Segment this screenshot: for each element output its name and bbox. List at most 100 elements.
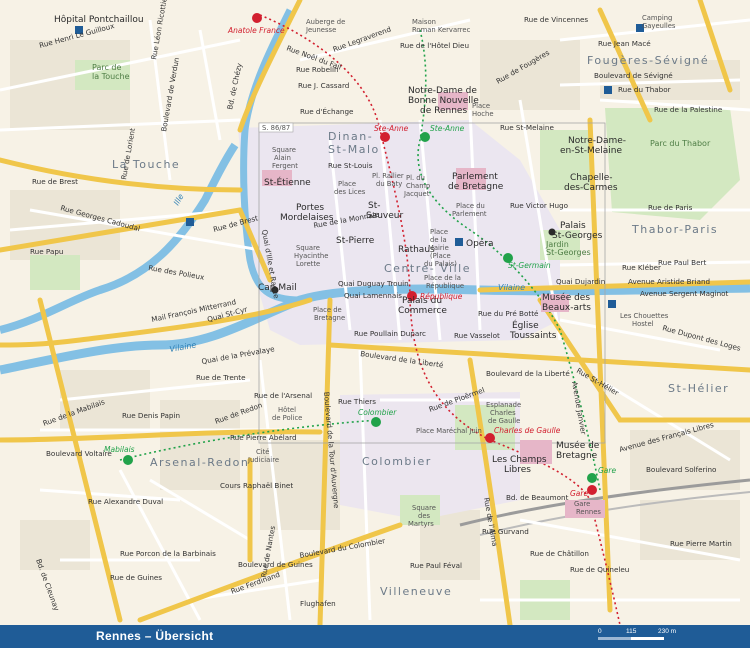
metro-b-icon bbox=[123, 455, 133, 465]
label-square-alain-1: Square bbox=[272, 146, 296, 154]
label-square-martyrs-3: Martyrs bbox=[408, 520, 434, 528]
street-porcon: Rue Porcon de la Barbinais bbox=[120, 549, 216, 558]
label-place-parlement-1: Place du bbox=[456, 202, 485, 210]
district-arsenal: Arsenal-Redon bbox=[150, 456, 249, 469]
label-rennes-station: Rennes bbox=[576, 508, 601, 516]
street-lamennais: Quai Lamennais bbox=[344, 291, 402, 300]
label-parlement-1: Parlement bbox=[452, 172, 498, 182]
label-pl-champ-3: Jacquet bbox=[403, 190, 430, 198]
label-gare-station: Gare bbox=[574, 500, 590, 508]
district-dinan: Dinan- bbox=[328, 130, 373, 143]
street-guines: Rue de Guines bbox=[110, 573, 162, 582]
label-esplanade-3: de Gaulle bbox=[488, 417, 520, 425]
river-vilaine-centre-label: Vilaine bbox=[498, 283, 525, 292]
label-champs-libres-1: Les Champs bbox=[492, 455, 547, 465]
district-st-helier: St-Hélier bbox=[668, 382, 729, 395]
label-place-mairie-4: (Place bbox=[430, 252, 451, 260]
label-musee-ba-2: Beaux-arts bbox=[542, 303, 591, 313]
label-nd-melaine-2: en-St-Melaine bbox=[560, 146, 623, 156]
street-maginot: Avenue Sergent Maginot bbox=[640, 289, 729, 298]
label-esplanade-2: Charles bbox=[490, 409, 516, 417]
street-st-louis: Rue St-Louis bbox=[328, 161, 373, 170]
street-arsenal: Rue de l'Arsenal bbox=[254, 391, 312, 400]
metro-b-icon bbox=[587, 473, 597, 483]
street-denis-papin: Rue Denis Papin bbox=[122, 411, 180, 420]
label-parc-thabor: Parc du Thabor bbox=[650, 139, 711, 148]
street-palestine: Rue de la Palestine bbox=[654, 105, 723, 114]
label-square-martyrs-1: Square bbox=[412, 504, 436, 512]
street-poullain: Rue Poullain Duparc bbox=[354, 329, 426, 338]
scale-label-0: 0 bbox=[598, 628, 602, 635]
metro-label-ste-anne-b: Ste-Anne bbox=[430, 124, 465, 133]
metro-label-ste-anne-a: Ste-Anne bbox=[374, 124, 409, 133]
label-chouettes-1: Les Chouettes bbox=[620, 312, 669, 320]
street-paul-bert: Rue Paul Bert bbox=[658, 258, 706, 267]
map-title: Rennes – Übersicht bbox=[96, 629, 214, 643]
district-villeneuve: Villeneuve bbox=[380, 585, 452, 598]
street-aristide: Avenue Aristide Briand bbox=[628, 277, 710, 286]
street-vasselot: Rue Vasselot bbox=[454, 331, 500, 340]
theatre-icon bbox=[455, 238, 463, 246]
street-vincennes: Rue de Vincennes bbox=[524, 15, 588, 24]
street-pre-botte: Rue du Pré Botté bbox=[478, 309, 539, 318]
street-echange: Rue d'Échange bbox=[300, 107, 354, 116]
street-robelin: Rue Robelin bbox=[296, 65, 339, 74]
label-pl-champ-1: Pl. du bbox=[406, 174, 425, 182]
label-place-parlement-2: Parlement bbox=[452, 210, 487, 218]
metro-a-icon bbox=[380, 132, 390, 142]
metro-label-st-germain: St-Germain bbox=[508, 261, 551, 270]
label-auberge-1: Auberge de bbox=[306, 18, 345, 26]
street-solferino: Boulevard Solferino bbox=[646, 465, 716, 474]
district-st-malo: St-Malo bbox=[328, 143, 380, 156]
metro-a-icon bbox=[252, 13, 262, 23]
scale-bar: 0 115 230 m bbox=[598, 628, 728, 645]
street-gurvand: Rue Gurvand bbox=[482, 527, 529, 536]
label-square-alain-3: Fergent bbox=[272, 162, 298, 170]
scale-label-230: 230 m bbox=[658, 628, 677, 635]
label-pl-rallier-2: du Baty bbox=[376, 180, 402, 188]
label-champs-libres-2: Libres bbox=[504, 465, 531, 475]
street-jean-mace: Rue Jean Macé bbox=[598, 39, 651, 48]
street-chatillon: Rue de Châtillon bbox=[530, 549, 589, 558]
label-nd-1: Notre-Dame de bbox=[408, 86, 477, 96]
label-chapelle-2: des-Carmes bbox=[564, 183, 618, 193]
label-musee-bretagne-1: Musée de bbox=[556, 440, 600, 451]
map-footer-bar: Rennes – Übersicht 0 115 230 m bbox=[0, 625, 750, 648]
label-place-hoche-1: Place bbox=[472, 102, 490, 110]
detail-map-reference: S. 86/87 bbox=[262, 124, 290, 132]
district-fougeres: Fougères-Sévigné bbox=[587, 54, 709, 67]
label-place-mairie-3: Mairie bbox=[428, 244, 449, 252]
label-musee-ba-1: Musée des bbox=[542, 292, 590, 303]
street-quineleu: Rue de Quineleu bbox=[570, 565, 629, 574]
label-pl-rallier-1: Pl. Rallier bbox=[372, 172, 404, 180]
label-maison-1: Maison bbox=[412, 18, 436, 26]
label-musee-bretagne-2: Bretagne bbox=[556, 451, 598, 461]
map-view[interactable]: S. 86/87 La Touche Dinan- St-Malo Fougèr… bbox=[0, 0, 750, 625]
label-cite-jud-2: Judiciaire bbox=[247, 456, 279, 464]
label-hotel-police-1: Hôtel bbox=[278, 406, 296, 414]
label-place-lices-1: Place bbox=[338, 180, 356, 188]
label-square-martyrs-2: des bbox=[418, 512, 430, 520]
label-square-alain-2: Alain bbox=[274, 154, 291, 162]
street-paris: Rue de Paris bbox=[648, 203, 693, 212]
scale-label-115: 115 bbox=[626, 628, 637, 635]
street-beaumont: Bd. de Beaumont bbox=[506, 493, 569, 502]
label-nd-melaine-1: Notre-Dame- bbox=[568, 136, 626, 146]
street-brest: Rue de Brest bbox=[32, 177, 78, 186]
label-parc-touche-2: la Touche bbox=[92, 72, 130, 81]
label-cite-jud-1: Cité bbox=[256, 448, 269, 456]
label-place-mairie-5: du Palais) bbox=[424, 260, 457, 268]
street-alexandre-duval: Rue Alexandre Duval bbox=[88, 497, 163, 506]
street-pierre-martin: Rue Pierre Martin bbox=[670, 539, 732, 548]
metro-label-colombier: Colombier bbox=[358, 408, 397, 417]
label-jardin-sg-2: St-Georges bbox=[546, 248, 591, 257]
metro-label-cdg: Charles de Gaulle bbox=[494, 426, 561, 435]
street-trente: Rue de Trente bbox=[196, 373, 246, 382]
street-paul-feval: Rue Paul Féval bbox=[410, 561, 462, 570]
label-maison-2: Roman Kervarrec bbox=[412, 26, 471, 34]
label-portes-1: Portes bbox=[296, 203, 324, 213]
label-palais-commerce-2: Commerce bbox=[398, 306, 447, 316]
label-st-etienne: St-Étienne bbox=[264, 176, 311, 188]
metro-label-republique: République bbox=[420, 292, 463, 301]
label-auberge-2: Jeunesse bbox=[305, 26, 336, 34]
